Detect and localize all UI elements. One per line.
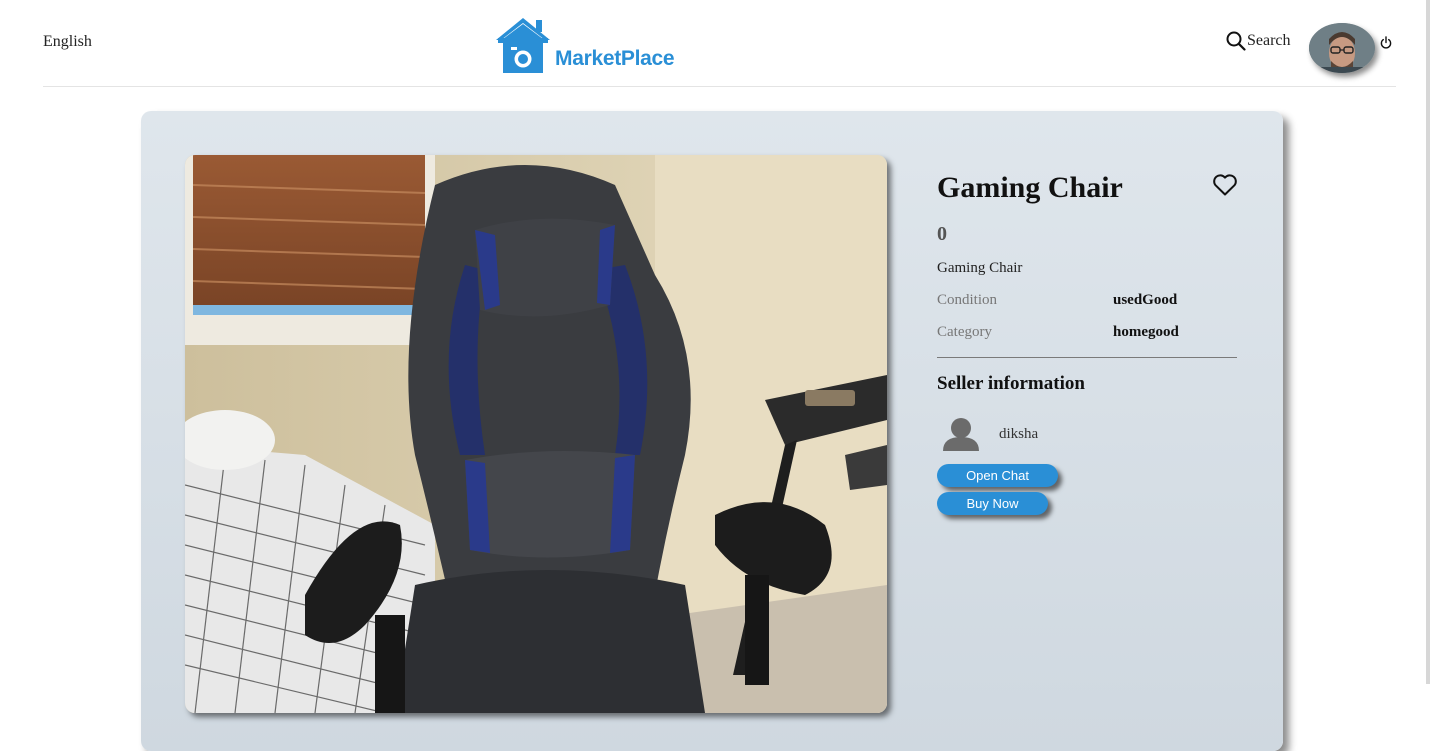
- product-title: Gaming Chair: [937, 171, 1123, 204]
- product-photo: [185, 155, 887, 713]
- language-selector[interactable]: English: [43, 33, 92, 51]
- marketplace-logo[interactable]: MarketPlace: [494, 16, 675, 74]
- user-silhouette-icon: [943, 418, 979, 451]
- condition-label: Condition: [937, 292, 998, 308]
- open-chat-button[interactable]: Open Chat: [937, 464, 1058, 487]
- search-icon: [1226, 31, 1246, 51]
- house-camera-logo-icon: [496, 18, 550, 73]
- top-header: English MarketPlace Search: [0, 0, 1430, 88]
- product-card: Gaming Chair 0 Gaming Chair Condition us…: [141, 111, 1283, 751]
- search-label: Search: [1247, 32, 1291, 49]
- category-label: Category: [937, 324, 992, 340]
- search-button[interactable]: Search: [1226, 31, 1291, 51]
- heart-icon[interactable]: [1212, 173, 1238, 197]
- product-description: Gaming Chair: [937, 260, 1023, 276]
- power-icon[interactable]: [1380, 36, 1392, 50]
- user-avatar[interactable]: [1309, 23, 1375, 73]
- product-price: 0: [937, 223, 947, 245]
- condition-value: usedGood: [1113, 292, 1178, 308]
- logo-text: MarketPlace: [555, 47, 675, 70]
- seller-heading: Seller information: [937, 373, 1085, 394]
- profile-photo: [1309, 23, 1375, 73]
- details-divider: [937, 357, 1237, 358]
- page-scrollbar[interactable]: [1426, 0, 1430, 684]
- buy-now-button[interactable]: Buy Now: [937, 492, 1048, 515]
- header-divider: [43, 86, 1396, 87]
- category-value: homegood: [1113, 324, 1179, 340]
- seller-name[interactable]: diksha: [999, 426, 1038, 443]
